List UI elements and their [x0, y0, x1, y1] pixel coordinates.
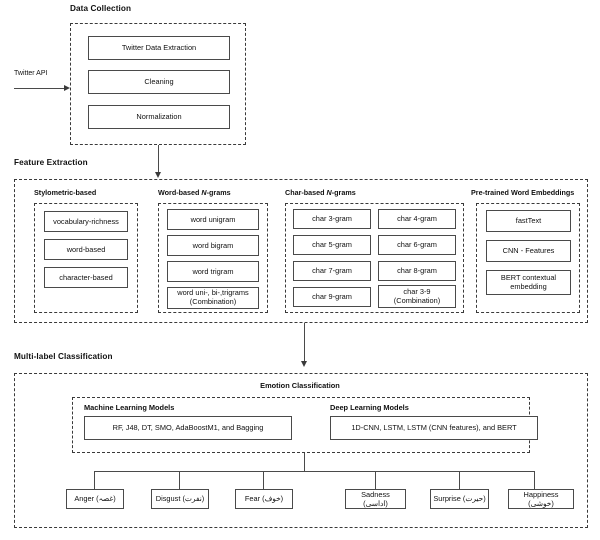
step-normalization[interactable]: Normalization	[88, 105, 230, 129]
column-title-word-ngrams-prefix: Word-based	[158, 188, 202, 197]
feature-char-7-gram[interactable]: char 7-gram	[293, 261, 371, 281]
section-title-data-collection: Data Collection	[70, 4, 132, 13]
column-title-char-ngrams-prefix: Char-based	[285, 188, 327, 197]
feature-char-9-gram[interactable]: char 9-gram	[293, 287, 371, 307]
emotion-tree-drop-anger	[94, 471, 95, 489]
emotion-tree-bus	[94, 471, 534, 472]
column-title-stylometric: Stylometric-based	[34, 188, 96, 197]
emotion-tree-drop-surprise	[459, 471, 460, 489]
column-title-word-ngrams: Word-based N-grams	[158, 188, 231, 197]
emotion-surprise[interactable]: Surprise (حیرت)	[430, 489, 489, 509]
feature-word-unigram[interactable]: word unigram	[167, 209, 259, 230]
feature-bert-contextual-embedding[interactable]: BERT contextual embedding	[486, 270, 571, 295]
column-title-char-ngrams: Char-based N-grams	[285, 188, 356, 197]
emotion-tree-drop-happiness	[534, 471, 535, 489]
emotion-anger[interactable]: Anger (غصہ)	[66, 489, 124, 509]
feature-char-5-gram[interactable]: char 5-gram	[293, 235, 371, 255]
column-title-embeddings: Pre-trained Word Embeddings	[471, 188, 574, 197]
connector-collection-to-features-arrowhead-icon	[154, 172, 161, 178]
feature-char-combination[interactable]: char 3-9 (Combination)	[378, 285, 456, 308]
connector-collection-to-features-line	[158, 145, 159, 174]
section-title-feature-extraction: Feature Extraction	[14, 158, 88, 167]
twitter-api-arrowhead-icon	[64, 84, 70, 91]
feature-vocabulary-richness[interactable]: vocabulary-richness	[44, 211, 128, 232]
emotion-tree-drop-fear	[263, 471, 264, 489]
twitter-api-arrow-line	[14, 88, 66, 89]
connector-features-to-classification-arrowhead-icon	[300, 361, 307, 367]
feature-character-based[interactable]: character-based	[44, 267, 128, 288]
emotion-sadness[interactable]: Sadness (اداسی)	[345, 489, 406, 509]
step-twitter-data-extraction[interactable]: Twitter Data Extraction	[88, 36, 230, 60]
feature-word-trigram[interactable]: word trigram	[167, 261, 259, 282]
feature-word-combination[interactable]: word uni-, bi-,trigrams (Combination)	[167, 287, 259, 309]
emotion-tree-drop-sadness	[375, 471, 376, 489]
emotion-happiness[interactable]: Happiness (خوشی)	[508, 489, 574, 509]
emotion-tree-stem	[304, 453, 305, 471]
group-title-machine-learning: Machine Learning Models	[84, 403, 175, 412]
emotion-fear[interactable]: Fear (خوف)	[235, 489, 293, 509]
column-title-char-ngrams-suffix: -grams	[331, 188, 356, 197]
feature-char-3-gram[interactable]: char 3-gram	[293, 209, 371, 229]
connector-features-to-classification-line	[304, 323, 305, 365]
step-cleaning[interactable]: Cleaning	[88, 70, 230, 94]
emotion-tree-drop-disgust	[179, 471, 180, 489]
machine-learning-models-box[interactable]: RF, J48, DT, SMO, AdaBoostM1, and Baggin…	[84, 416, 292, 440]
emotion-disgust[interactable]: Disgust (نفرت)	[151, 489, 209, 509]
feature-char-4-gram[interactable]: char 4-gram	[378, 209, 456, 229]
feature-fasttext[interactable]: fastText	[486, 210, 571, 232]
feature-cnn-features[interactable]: CNN - Features	[486, 240, 571, 262]
edge-label-twitter-api: Twitter API	[14, 70, 48, 77]
column-title-word-ngrams-suffix: -grams	[206, 188, 231, 197]
column-title-embeddings-text: Pre-trained Word Embeddings	[471, 188, 575, 197]
deep-learning-models-box[interactable]: 1D-CNN, LSTM, LSTM (CNN features), and B…	[330, 416, 538, 440]
feature-word-bigram[interactable]: word bigram	[167, 235, 259, 256]
feature-word-based[interactable]: word-based	[44, 239, 128, 260]
group-title-deep-learning: Deep Learning Models	[330, 403, 409, 412]
flowchart-diagram: Data Collection Twitter Data Extraction …	[0, 0, 600, 540]
column-title-stylometric-text: Stylometric-based	[34, 188, 97, 197]
section-title-multilabel-classification: Multi-label Classification	[14, 352, 113, 361]
feature-char-8-gram[interactable]: char 8-gram	[378, 261, 456, 281]
feature-char-6-gram[interactable]: char 6-gram	[378, 235, 456, 255]
block-title-emotion-classification: Emotion Classification	[260, 381, 340, 390]
